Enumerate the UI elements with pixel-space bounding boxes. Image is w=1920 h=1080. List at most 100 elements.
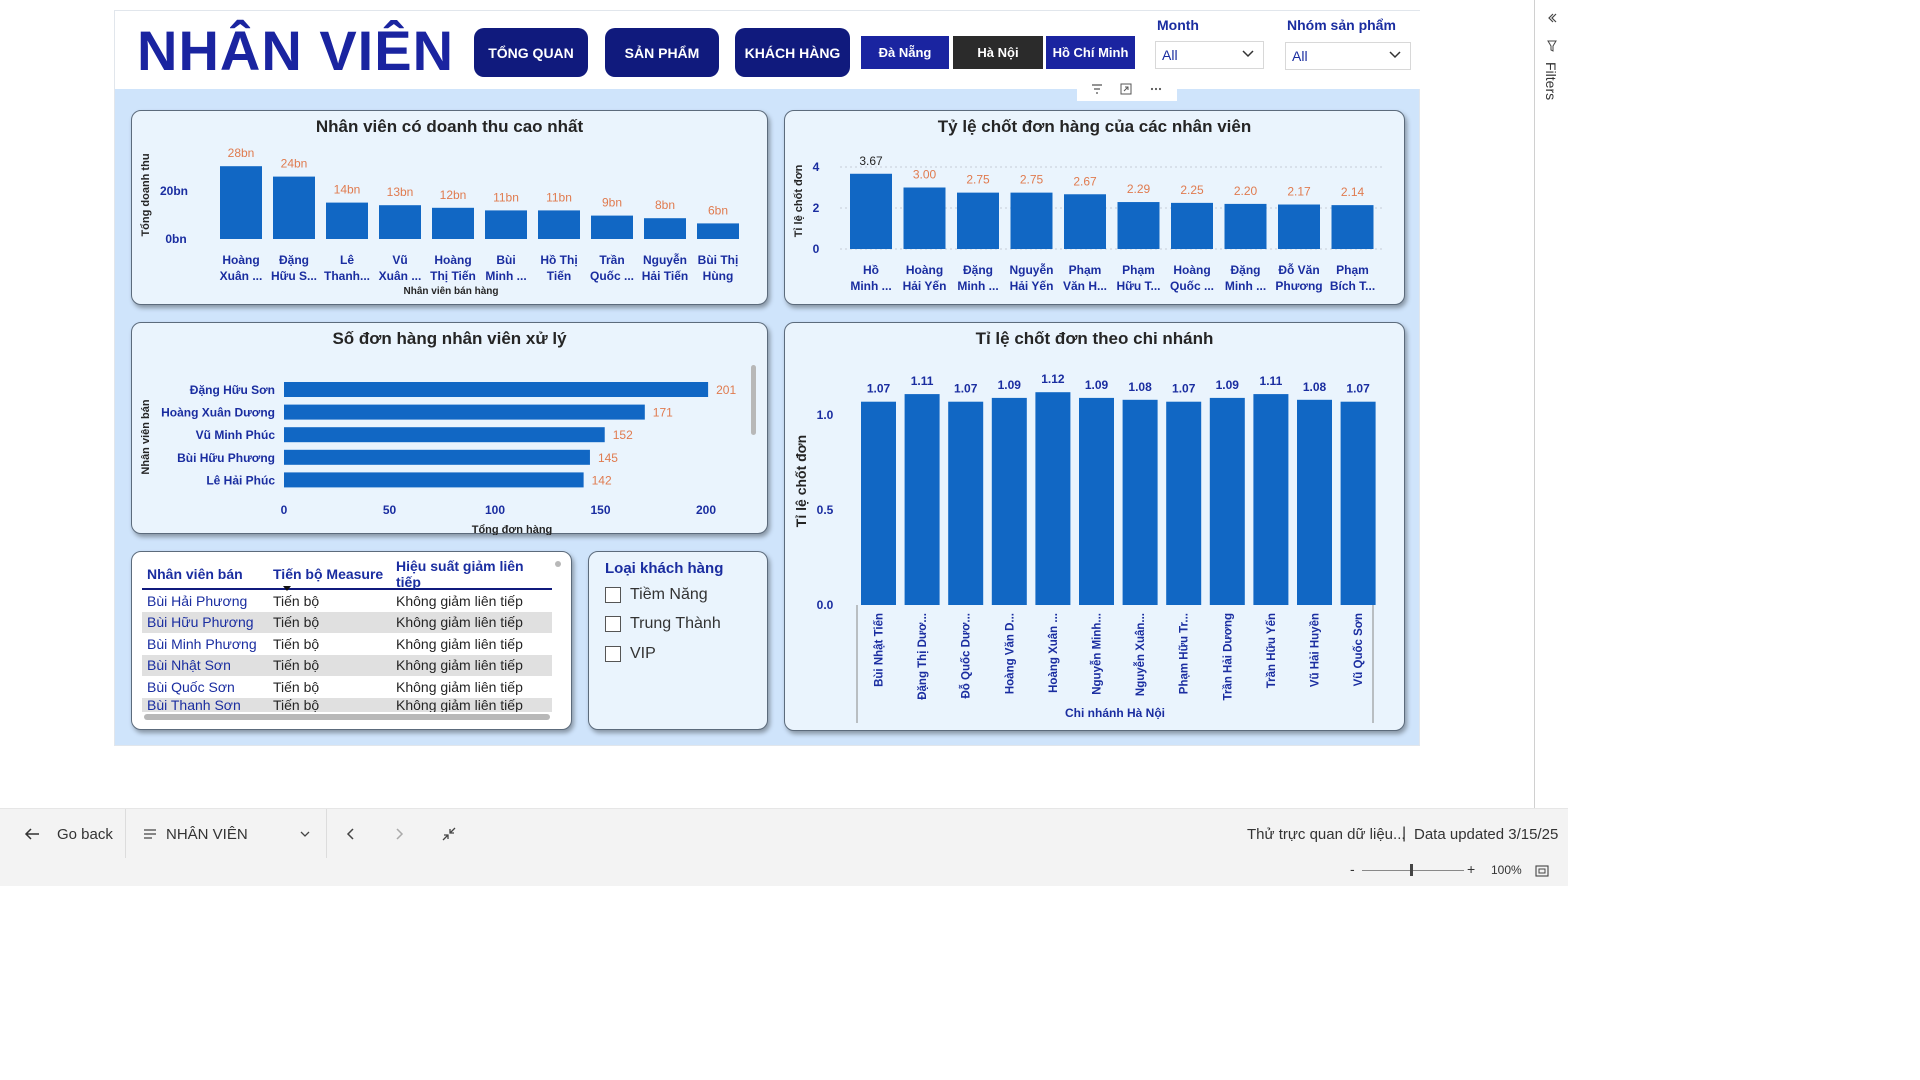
bar[interactable] (697, 223, 739, 239)
table-horizontal-scrollbar[interactable] (144, 714, 550, 720)
table-row[interactable]: Bùi Nhật Sơn Tiến bộ Không giảm liên tiếp (142, 654, 552, 676)
collapse-pane-icon[interactable] (1546, 12, 1558, 24)
x-tick-label: Nguyễn Xuân... (1134, 613, 1147, 696)
table-vertical-scrollbar[interactable] (555, 561, 561, 567)
focus-mode-icon[interactable] (1120, 83, 1132, 98)
month-dropdown-value: All (1162, 47, 1178, 63)
bar[interactable] (1224, 203, 1267, 249)
x-tick-label: Hoàng Văn D... (1004, 613, 1016, 694)
bar[interactable] (1171, 202, 1213, 249)
bar[interactable] (957, 192, 999, 249)
bar[interactable] (1278, 204, 1320, 249)
bar[interactable] (1253, 394, 1289, 605)
bar[interactable] (284, 382, 709, 397)
bar[interactable] (903, 187, 946, 250)
zoom-out-button[interactable]: - (1350, 861, 1355, 877)
bar[interactable] (904, 394, 940, 605)
nav-button-customers[interactable]: KHÁCH HÀNG (735, 28, 850, 77)
bar[interactable] (1331, 205, 1374, 249)
fit-to-page-icon[interactable] (1535, 865, 1549, 877)
page-selector[interactable]: NHÂN VIÊN (166, 826, 248, 843)
data-label: 171 (653, 406, 673, 420)
bar[interactable] (326, 202, 368, 239)
bar[interactable] (850, 173, 892, 249)
go-back-button[interactable]: Go back (57, 826, 113, 843)
bar[interactable] (1166, 401, 1202, 605)
checkbox-vip[interactable]: VIP (605, 645, 656, 663)
bar[interactable] (1340, 401, 1376, 605)
y-tick-label: 20bn (160, 184, 188, 198)
bar[interactable] (1297, 399, 1332, 605)
customer-type-slicer-card: Loại khách hàng Tiềm Năng Trung Thành VI… (588, 551, 768, 730)
back-arrow-icon[interactable] (24, 827, 40, 841)
bar[interactable] (220, 166, 262, 239)
bar[interactable] (948, 401, 984, 605)
bar[interactable] (591, 215, 633, 239)
table-row[interactable]: Bùi Hải Phương Tiến bộ Không giảm liên tiế… (142, 590, 552, 612)
bar[interactable] (538, 210, 580, 239)
filters-pane[interactable] (1534, 0, 1568, 808)
x-axis-label: Tổng đơn hàng (472, 524, 553, 535)
bar[interactable] (432, 207, 474, 239)
product-group-dropdown[interactable]: All (1285, 42, 1411, 70)
city-button-ho-chi-minh[interactable]: Hồ Chí Minh (1046, 36, 1135, 69)
filter-icon[interactable] (1091, 83, 1103, 98)
bar[interactable] (861, 401, 896, 605)
nav-button-overview[interactable]: TỔNG QUAN (474, 28, 588, 77)
bar[interactable] (1035, 392, 1071, 605)
bar[interactable] (991, 397, 1027, 605)
bar[interactable] (284, 449, 590, 465)
x-tick-label: Minh ... (850, 279, 891, 293)
city-button-da-nang[interactable]: Đà Nẵng (861, 36, 949, 69)
filters-label[interactable]: Filters (1543, 62, 1559, 100)
orders-processed-chart: Nhân viên bán Đặng Hữu Sơn 201 Hoàng Xuân D… (140, 382, 736, 535)
data-label: 1.08 (1303, 380, 1327, 394)
x-tick-label: Tiến (547, 269, 571, 283)
bar[interactable] (284, 427, 605, 443)
chevron-down-icon (1389, 51, 1401, 59)
bar[interactable] (644, 218, 686, 239)
checkbox-trung-thanh[interactable]: Trung Thành (605, 615, 721, 633)
table-cell: Không giảm liên tiếp (396, 614, 523, 631)
bar[interactable] (284, 472, 584, 488)
next-page-icon[interactable] (395, 827, 405, 841)
bar[interactable] (379, 205, 421, 239)
zoom-slider-thumb[interactable] (1410, 864, 1413, 876)
more-options-icon[interactable] (1149, 83, 1163, 98)
column-header-performance[interactable]: Hiệu suất giảm liên tiếp (396, 558, 552, 590)
city-button-ha-noi[interactable]: Hà Nội (953, 36, 1043, 69)
data-label: 2.17 (1287, 185, 1311, 199)
bar[interactable] (284, 404, 645, 420)
bar[interactable] (1064, 194, 1106, 249)
data-label: 145 (598, 451, 618, 465)
nav-button-products[interactable]: SẢN PHẨM (605, 28, 719, 77)
bar[interactable] (1010, 192, 1053, 249)
exit-fullscreen-icon[interactable] (442, 827, 456, 841)
x-tick-label: Xuân ... (379, 269, 422, 283)
visual-status-text[interactable]: Thử trực quan dữ liệu... (1247, 826, 1406, 843)
bar[interactable] (273, 176, 315, 239)
table-row[interactable]: Bùi Hữu Phương Tiến bộ Không giảm liên tiế… (142, 611, 552, 633)
table-cell: Bùi Hữu Phương (147, 614, 254, 631)
visual-header-toolbar (1077, 79, 1177, 101)
bar[interactable] (1079, 397, 1114, 605)
bar[interactable] (485, 210, 527, 239)
chevron-down-icon[interactable] (299, 829, 311, 839)
table-row[interactable]: Bùi Quốc Sơn Tiến bộ Không giảm liên tiếp (142, 676, 552, 698)
zoom-slider-track[interactable] (1362, 870, 1464, 871)
chart-scrollbar[interactable] (751, 365, 756, 435)
column-header-progress[interactable]: Tiến bộ Measure (273, 566, 396, 582)
x-tick-label: Thị Tiến (430, 269, 476, 283)
previous-page-icon[interactable] (345, 827, 355, 841)
bar[interactable] (1117, 202, 1160, 249)
zoom-in-button[interactable]: + (1467, 861, 1475, 877)
table-row[interactable]: Bùi Minh Phương Tiến bộ Không giảm liên ti… (142, 633, 552, 655)
column-header-employee[interactable]: Nhân viên bán (142, 566, 273, 582)
table-row[interactable]: Bùi Thanh Sơn Tiến bộ Không giảm liên tiếp (142, 697, 552, 712)
x-tick-label: Hải Tiến (642, 269, 688, 283)
month-dropdown[interactable]: All (1155, 41, 1264, 69)
sort-descending-icon[interactable] (283, 586, 291, 591)
bar[interactable] (1209, 397, 1245, 605)
bar[interactable] (1122, 399, 1158, 605)
checkbox-tiem-nang[interactable]: Tiềm Năng (605, 586, 708, 604)
